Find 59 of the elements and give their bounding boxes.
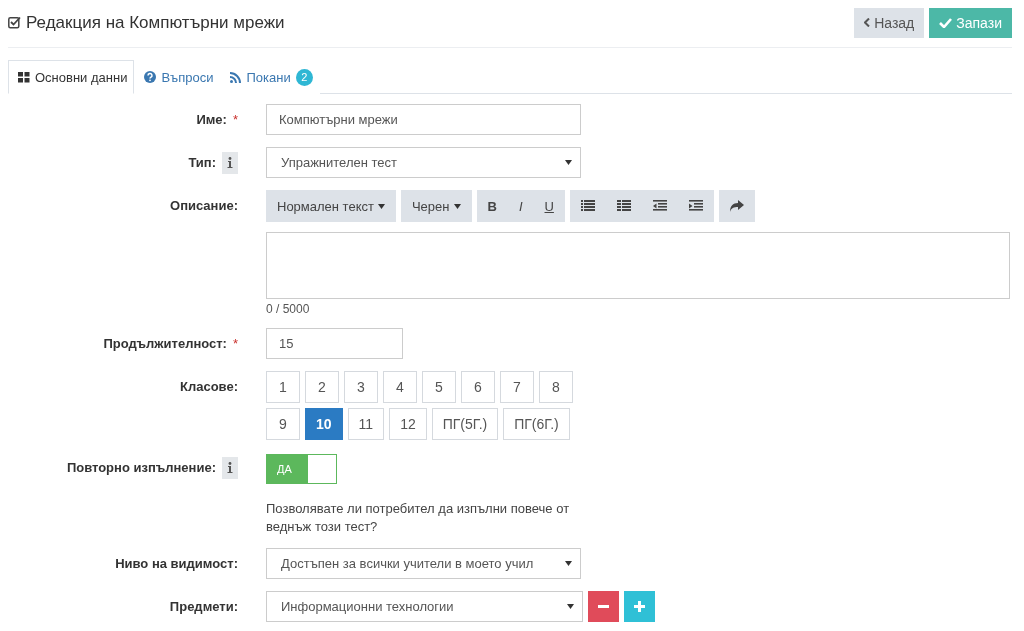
caret-icon	[453, 203, 461, 209]
grade-button[interactable]: 10	[305, 408, 343, 440]
field-label: Тип:	[188, 155, 216, 170]
info-icon[interactable]	[222, 151, 238, 174]
required-mark: *	[232, 112, 238, 127]
field-label: Класове:	[180, 379, 238, 394]
caret-icon	[565, 561, 572, 566]
toolbar-dropdown[interactable]: Нормален текст	[266, 190, 396, 222]
grade-button[interactable]: 3	[344, 371, 378, 403]
indent-icon	[688, 200, 703, 212]
back-button[interactable]: Назад	[854, 7, 925, 38]
grade-button[interactable]: 7	[500, 371, 534, 403]
grade-button[interactable]: 9	[266, 408, 300, 440]
check-icon	[939, 17, 953, 28]
list-icon	[616, 200, 631, 212]
page-title: Редакция на Компютърни мрежи	[26, 12, 285, 33]
caret-icon	[565, 160, 572, 165]
select-field[interactable]: Упражнителен тест	[266, 147, 581, 178]
redo-icon	[729, 200, 744, 212]
count-badge: 2	[295, 68, 313, 86]
bullet-list-icon	[580, 200, 595, 212]
field-label: Повторно изпълнение:	[66, 460, 216, 475]
caret-icon	[377, 203, 385, 209]
info-icon[interactable]	[222, 456, 238, 479]
required-mark: *	[232, 336, 238, 351]
grade-button[interactable]: 12	[389, 408, 427, 440]
grid-icon	[18, 71, 30, 83]
rss-icon	[230, 71, 242, 83]
character-counter: 0 / 5000	[266, 302, 311, 316]
help-text: Позволявате ли потребител да изпълни повече от веднъж този тест?	[266, 500, 571, 536]
grade-button[interactable]: 4	[383, 371, 417, 403]
grade-button[interactable]: 1	[266, 371, 300, 403]
field-label: Описание:	[170, 198, 238, 213]
grade-button[interactable]: 2	[305, 371, 339, 403]
redo-button[interactable]	[718, 190, 755, 222]
grade-button[interactable]: 11	[347, 408, 385, 440]
grade-button[interactable]: ПГ(5Г.)	[431, 408, 499, 440]
name-field[interactable]: Компютърни мрежи	[266, 104, 581, 135]
field-label: Предмети:	[169, 599, 238, 614]
help-icon	[144, 71, 157, 83]
grade-button[interactable]: 8	[539, 371, 573, 403]
toolbar-dropdown[interactable]: Черен	[400, 190, 472, 222]
field-label: Ниво на видимост:	[115, 556, 238, 571]
grade-button[interactable]: 5	[422, 371, 456, 403]
outdent-icon	[652, 200, 667, 212]
duration-field[interactable]: 15	[266, 328, 403, 359]
plus-icon	[634, 601, 645, 612]
grade-button[interactable]: 6	[461, 371, 495, 403]
select-field[interactable]: Информационни технологии	[266, 591, 583, 622]
tab[interactable]: Основни данни	[8, 60, 135, 94]
remove-button[interactable]	[588, 591, 619, 622]
chevron-left-icon	[864, 18, 871, 27]
field-label: Име:	[196, 112, 227, 127]
select-field[interactable]: Достъпен за всички учители в моето учил	[266, 548, 581, 579]
field-label: Продължителност:	[103, 336, 227, 351]
grade-button[interactable]: ПГ(6Г.)	[503, 408, 570, 440]
caret-icon	[567, 604, 574, 609]
checkbox-icon	[8, 16, 21, 29]
minus-icon	[598, 605, 609, 608]
